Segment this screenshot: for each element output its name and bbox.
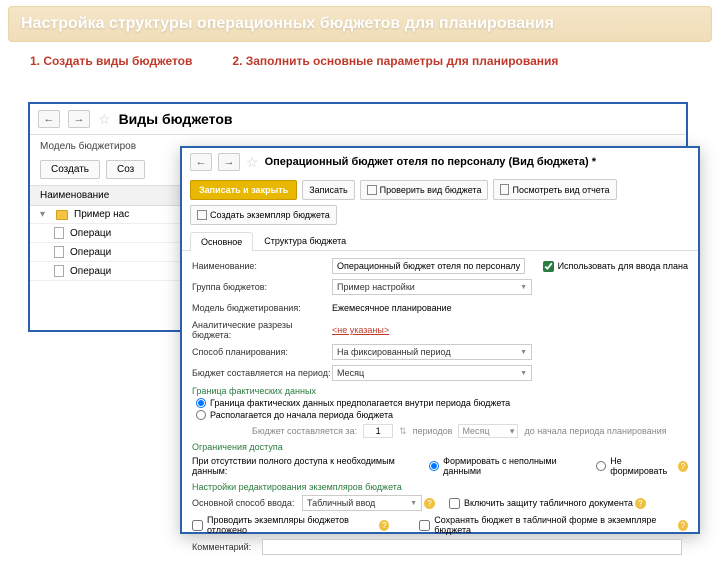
- win1-header: ← → ☆ Виды бюджетов: [30, 104, 686, 135]
- win2-toolbar: Записать и закрыть Записать Проверить ви…: [182, 176, 698, 231]
- document-icon: [54, 246, 64, 258]
- check-budget-button[interactable]: Проверить вид бюджета: [360, 180, 489, 200]
- create2-button[interactable]: Соз: [106, 160, 145, 179]
- section-edit-settings: Настройки редактирования экземпляров бюд…: [192, 482, 688, 492]
- form-body: Наименование: Использовать для ввода пла…: [182, 251, 698, 565]
- tabs: Основное Структура бюджета: [182, 231, 698, 251]
- save-close-button[interactable]: Записать и закрыть: [190, 180, 297, 200]
- label-analytics: Аналитические разрезы бюджета:: [192, 320, 332, 340]
- view-report-button[interactable]: Посмотреть вид отчета: [493, 179, 616, 200]
- compose-unit-select[interactable]: Месяц▾: [458, 424, 518, 438]
- help-icon[interactable]: ?: [635, 498, 646, 509]
- compose-count-field[interactable]: [363, 424, 393, 438]
- save-button[interactable]: Записать: [302, 180, 354, 200]
- check-icon: [367, 185, 377, 195]
- fact-radio-before[interactable]: Располагается до начала периода бюджета: [196, 410, 688, 420]
- caption-2: 2. Заполнить основные параметры для план…: [232, 54, 558, 68]
- nav-back-button[interactable]: ←: [38, 110, 60, 128]
- save-tabular-checkbox[interactable]: Сохранять бюджет в табличной форме в экз…: [419, 515, 676, 535]
- section-access: Ограничения доступа: [192, 442, 688, 452]
- help-icon[interactable]: ?: [424, 498, 435, 509]
- row-label: Операци: [70, 266, 111, 277]
- access-radio-none[interactable]: Не формировать: [596, 456, 676, 476]
- tab-structure[interactable]: Структура бюджета: [253, 231, 357, 250]
- create-button[interactable]: Создать: [40, 160, 100, 179]
- fact-radio-inside[interactable]: Граница фактических данных предполагаетс…: [196, 398, 688, 408]
- label-period: Бюджет составляется на период:: [192, 368, 332, 378]
- row-label: Пример нас: [74, 209, 129, 220]
- model-value: Ежемесячное планирование: [332, 303, 452, 313]
- nav-forward-button[interactable]: →: [218, 153, 240, 171]
- label-input-mode: Основной способ ввода:: [192, 498, 302, 508]
- window-budget-form: ← → ☆ Операционный бюджет отеля по персо…: [180, 146, 700, 534]
- row-label: Операци: [70, 247, 111, 258]
- section-fact-boundary: Граница фактических данных: [192, 386, 688, 396]
- label-plan-method: Способ планирования:: [192, 347, 332, 357]
- captions-row: 1. Создать виды бюджетов 2. Заполнить ос…: [0, 48, 720, 78]
- document-icon: [54, 227, 64, 239]
- period-select[interactable]: Месяц▼: [332, 365, 532, 381]
- label-name: Наименование:: [192, 261, 332, 271]
- tree-collapse-icon[interactable]: ▾: [40, 209, 50, 220]
- label-comment: Комментарий:: [192, 542, 262, 552]
- help-icon[interactable]: ?: [379, 520, 389, 531]
- deferred-checkbox[interactable]: Проводить экземпляры бюджетов отложено: [192, 515, 377, 535]
- row-label: Операци: [70, 228, 111, 239]
- favorite-star-icon[interactable]: ☆: [246, 154, 259, 171]
- label-access: При отсутствии полного доступа к необход…: [192, 456, 417, 476]
- nav-back-button[interactable]: ←: [190, 153, 212, 171]
- input-mode-select[interactable]: Табличный ввод▼: [302, 495, 422, 511]
- folder-icon: [56, 210, 68, 220]
- comment-field[interactable]: [262, 539, 682, 555]
- plan-method-select[interactable]: На фиксированный период▼: [332, 344, 532, 360]
- win2-title: Операционный бюджет отеля по персоналу (…: [265, 156, 597, 168]
- page-banner: Настройка структуры операционных бюджето…: [8, 6, 712, 42]
- label-model: Модель бюджетирования:: [192, 303, 332, 313]
- tab-main[interactable]: Основное: [190, 232, 253, 251]
- label-group: Группа бюджетов:: [192, 282, 332, 292]
- favorite-star-icon[interactable]: ☆: [98, 111, 111, 128]
- access-radio-partial[interactable]: Формировать с неполными данными: [429, 456, 586, 476]
- group-select[interactable]: Пример настройки▼: [332, 279, 532, 295]
- create-instance-button[interactable]: Создать экземпляр бюджета: [190, 205, 337, 225]
- use-for-plan-checkbox[interactable]: Использовать для ввода плана: [543, 261, 688, 272]
- help-icon[interactable]: ?: [678, 461, 688, 472]
- compose-inline: Бюджет составляется за: ⇅ периодов Месяц…: [252, 424, 688, 438]
- win1-title: Виды бюджетов: [119, 111, 233, 127]
- instance-icon: [197, 210, 207, 220]
- protect-checkbox[interactable]: Включить защиту табличного документа: [449, 498, 633, 509]
- win2-header: ← → ☆ Операционный бюджет отеля по персо…: [182, 148, 698, 176]
- help-icon[interactable]: ?: [678, 520, 688, 531]
- document-icon: [54, 265, 64, 277]
- caption-1: 1. Создать виды бюджетов: [30, 54, 192, 68]
- name-field[interactable]: [332, 258, 525, 274]
- nav-forward-button[interactable]: →: [68, 110, 90, 128]
- analytics-link[interactable]: <не указаны>: [332, 325, 389, 335]
- report-icon: [500, 184, 509, 195]
